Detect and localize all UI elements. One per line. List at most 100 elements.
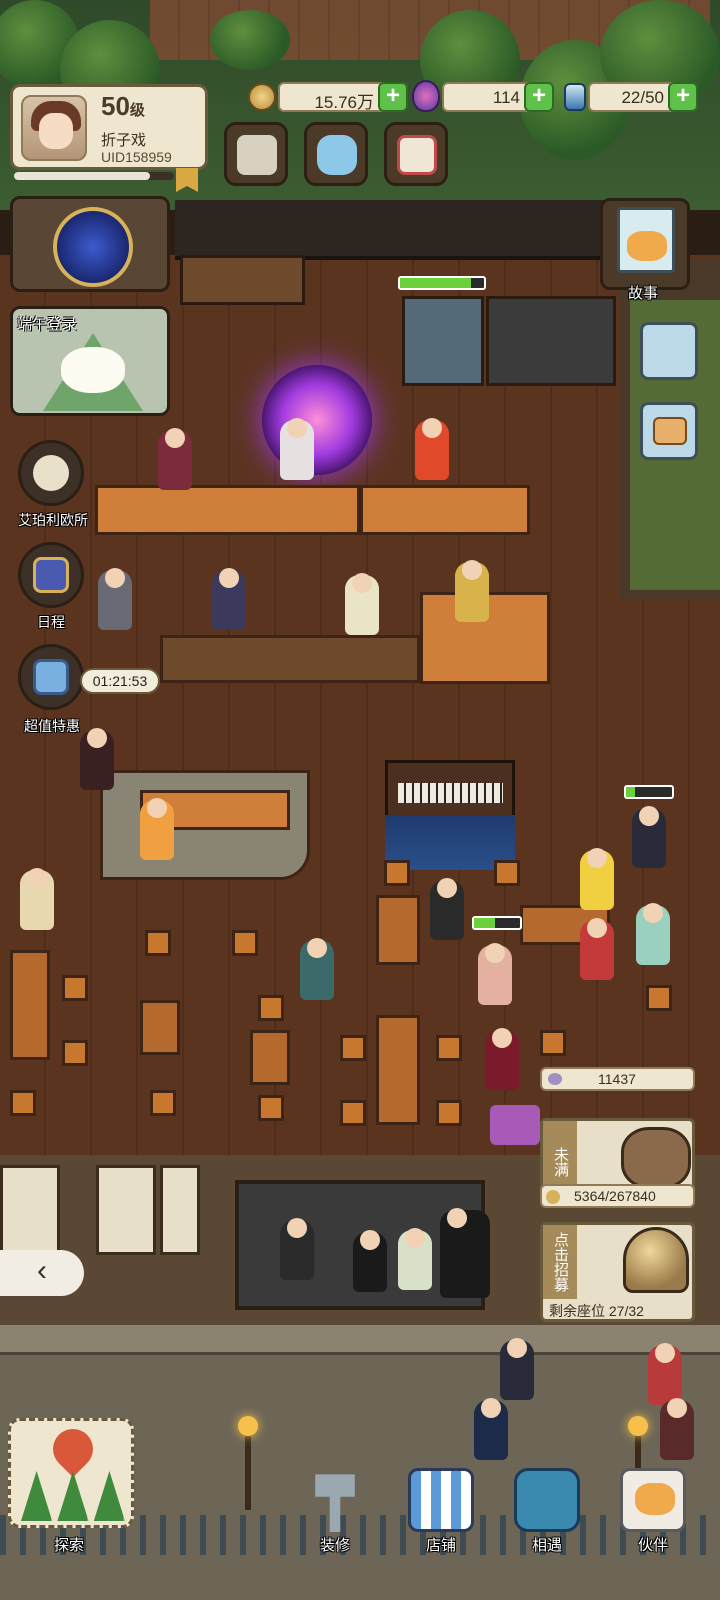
avatar-face [39,113,73,149]
dining-table[interactable] [376,895,420,965]
explore-button[interactable] [8,1418,134,1540]
npc-customer[interactable] [300,938,334,1000]
stool[interactable] [436,1035,462,1061]
stove-progress-fill [400,278,472,288]
stool[interactable] [340,1035,366,1061]
deal-label: 超值特惠 [24,718,80,734]
npc-customer[interactable] [580,918,614,980]
moon-tree-emblem-icon [53,207,133,287]
cat-face-icon [635,1483,675,1515]
npc-fox[interactable] [415,418,449,480]
dining-table[interactable] [250,1030,290,1085]
refrigerator[interactable] [402,296,484,386]
npc-reaper[interactable] [440,1208,490,1298]
npc-chef[interactable] [158,428,192,490]
dining-table[interactable] [140,1000,180,1055]
npc-visitor[interactable] [398,1228,432,1290]
gem-value: 114 [492,88,520,107]
map-pin-icon [44,1420,102,1478]
event-emblem-button[interactable] [10,196,170,292]
recipe-button[interactable] [640,322,698,380]
cat-card-icon [620,1468,686,1532]
npc-seated-queen[interactable] [455,560,489,622]
bread-icon [653,417,687,445]
dragon-boat-login-button[interactable]: 端午登录 [10,306,170,416]
sidewalk [0,1325,720,1355]
drink-counter[interactable] [160,635,420,683]
npc-white-hair[interactable] [345,573,379,635]
points-icon [548,1073,562,1085]
player-profile-card[interactable]: 50级 折子戏 UID158959 [10,84,208,170]
recruit-panel[interactable]: 点击招募 剩余座位 27/32 [540,1222,695,1322]
piggy-progress: 5364/267840 [540,1184,695,1208]
coin-icon [546,1190,560,1204]
npc-knight[interactable] [98,568,132,630]
dragon-boat-label: 端午登录 [17,316,78,333]
mail-button[interactable] [384,122,448,186]
energy-counter[interactable]: 22/50 + [588,82,698,112]
npc-customer[interactable] [636,903,670,965]
stool[interactable] [436,1100,462,1126]
decorate-label: 装修 [319,1537,350,1554]
stool[interactable] [258,1095,284,1121]
dining-table[interactable] [10,950,50,1060]
gem-counter[interactable]: 114 + [442,82,554,112]
magic-portal[interactable] [262,365,372,475]
stool[interactable] [646,985,672,1011]
stool[interactable] [150,1090,176,1116]
level-number: 50 [101,91,130,121]
street-lamp [238,1416,258,1510]
stool[interactable] [62,1040,88,1066]
stool[interactable] [384,860,410,886]
stool[interactable] [494,860,520,886]
stove[interactable] [486,296,616,386]
npc-customer[interactable] [632,806,666,868]
coin-counter[interactable]: 15.76万 + [278,82,408,112]
food-counter[interactable] [95,485,360,535]
add-energy-button[interactable]: + [668,82,698,112]
npc-customer[interactable] [430,878,464,940]
stool[interactable] [62,975,88,1001]
npc-bartender[interactable] [140,798,174,860]
npc-customer[interactable] [485,1028,519,1090]
stool[interactable] [10,1090,36,1116]
cats-button[interactable] [224,122,288,186]
schedule-badge-icon [33,557,69,593]
piggy-bank-icon [621,1127,691,1189]
stool[interactable] [340,1100,366,1126]
add-gems-button[interactable]: + [524,82,554,112]
deal-button[interactable] [18,644,84,710]
player-level: 50级 [101,91,145,122]
npc-dark-warrior[interactable] [212,568,246,630]
guest-progress-fill [626,787,636,797]
stool[interactable] [232,930,258,956]
chat-button[interactable] [304,122,368,186]
partner-label: 伙伴 [637,1537,668,1554]
bread-button[interactable] [640,402,698,460]
npc-customer[interactable] [580,848,614,910]
add-coins-button[interactable]: + [378,82,408,112]
npc-customer[interactable] [478,943,512,1005]
npc-doorman[interactable] [280,1218,314,1280]
story-cat-icon [627,231,667,261]
stool[interactable] [258,995,284,1021]
encounter-label: 相遇 [531,1537,562,1554]
coin-value: 15.76万 [314,93,374,112]
player-avatar[interactable] [21,95,87,161]
npc-demon-girl[interactable] [280,418,314,480]
schedule-button[interactable] [18,542,84,608]
npc-priestess[interactable] [20,868,54,930]
npc-armored[interactable] [80,728,114,790]
stool[interactable] [145,930,171,956]
npc-visitor[interactable] [353,1230,387,1292]
stool[interactable] [540,1030,566,1056]
food-counter[interactable] [360,485,530,535]
apollo-button[interactable] [18,440,84,506]
story-button[interactable] [600,198,690,290]
xp-fill [14,172,150,180]
seats-remaining: 剩余座位 27/32 [549,1303,644,1319]
owl-icon [33,455,69,491]
dining-table[interactable] [376,1015,420,1125]
back-button[interactable]: ‹ [0,1250,84,1296]
pedestrian [660,1398,694,1460]
